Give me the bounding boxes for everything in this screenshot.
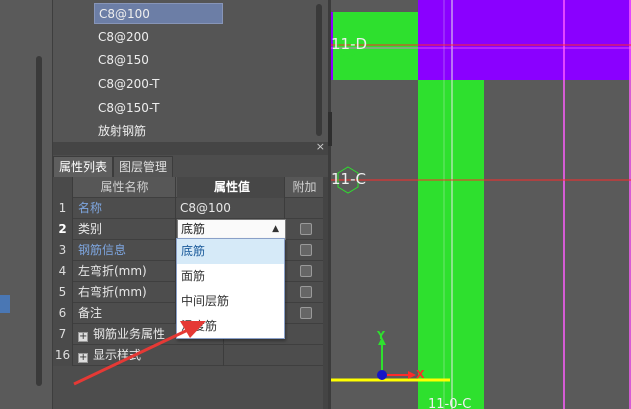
cad-drawing-area[interactable]: 11-D 11-C 11-0-C Y X xyxy=(328,0,631,409)
property-name: 名称 xyxy=(74,198,176,219)
property-grid-header: 属性名称 属性值 附加 xyxy=(53,177,323,198)
extra-checkbox[interactable] xyxy=(300,265,312,277)
row-number: 1 xyxy=(53,198,73,219)
splitter-handle[interactable] xyxy=(328,112,332,146)
category-dropdown-list: 底筋 面筋 中间层筋 温度筋 xyxy=(176,238,285,339)
row-number: 5 xyxy=(53,282,73,303)
extra-checkbox[interactable] xyxy=(300,307,312,319)
combobox-value: 底筋 xyxy=(181,222,206,236)
rebar-list-item[interactable]: C8@150 xyxy=(94,50,153,71)
expand-icon[interactable]: + xyxy=(78,332,88,342)
header-num xyxy=(53,177,73,198)
extra-checkbox[interactable] xyxy=(300,223,312,235)
property-value[interactable]: C8@100 xyxy=(177,198,285,219)
header-value: 属性值 xyxy=(177,177,285,198)
cad-canvas xyxy=(328,0,631,409)
close-icon[interactable]: × xyxy=(316,140,325,153)
axis-label-11-c: 11-C xyxy=(331,170,366,188)
property-name: 钢筋业务属性 xyxy=(93,327,166,341)
slab-region xyxy=(418,0,631,80)
property-row-category[interactable]: 2 类别 底筋 ▲ xyxy=(53,219,323,240)
dropdown-option[interactable]: 面筋 xyxy=(177,264,284,289)
ucs-x-label: X xyxy=(416,368,425,381)
axis-label-11-d: 11-D xyxy=(331,35,368,53)
row-number: 7 xyxy=(53,324,73,345)
rebar-list-panel: C8@100 C8@200 C8@150 C8@200-T C8@150-T 放… xyxy=(52,0,328,142)
property-row-name[interactable]: 1 名称 C8@100 xyxy=(53,198,323,219)
header-name: 属性名称 xyxy=(74,177,176,198)
dropdown-option[interactable]: 中间层筋 xyxy=(177,289,284,314)
category-combobox[interactable]: 底筋 ▲ xyxy=(177,219,286,240)
rebar-list-item[interactable]: C8@200 xyxy=(94,27,153,48)
property-extra xyxy=(286,198,323,219)
row-number: 16 xyxy=(53,345,73,366)
axis-label-bottom: 11-0-C xyxy=(428,397,472,409)
rebar-list-item[interactable]: C8@100 xyxy=(94,3,223,24)
property-name: 钢筋信息 xyxy=(74,240,176,261)
app-window: C8@100 C8@200 C8@150 C8@200-T C8@150-T 放… xyxy=(0,0,631,409)
property-name: 备注 xyxy=(74,303,176,324)
dropdown-option[interactable]: 温度筋 xyxy=(177,314,284,339)
panel-title-bar: × xyxy=(53,140,329,155)
dropdown-arrow-icon[interactable]: ▲ xyxy=(272,220,279,239)
ucs-x-arrow-icon xyxy=(408,371,416,379)
rebar-list-item[interactable]: 放射钢筋 xyxy=(94,121,150,142)
row-number: 2 xyxy=(53,219,73,240)
row-number: 3 xyxy=(53,240,73,261)
left-panel-marker xyxy=(0,295,10,313)
property-name: 类别 xyxy=(74,219,176,240)
rebar-list-item[interactable]: C8@200-T xyxy=(94,74,163,95)
rebar-list-item[interactable]: C8@150-T xyxy=(94,98,163,119)
panel-splitter[interactable] xyxy=(328,0,331,409)
extra-checkbox[interactable] xyxy=(300,244,312,256)
property-name: 右弯折(mm) xyxy=(74,282,176,303)
row-number: 6 xyxy=(53,303,73,324)
left-scrollbar[interactable] xyxy=(36,56,42,386)
rebar-list-scrollbar[interactable] xyxy=(316,4,322,136)
panel-tabs: 属性列表 图层管理 xyxy=(53,156,174,177)
header-extra: 附加 xyxy=(292,180,317,194)
property-name: 显示样式 xyxy=(93,348,142,362)
extra-checkbox[interactable] xyxy=(300,286,312,298)
row-number: 4 xyxy=(53,261,73,282)
property-name: 左弯折(mm) xyxy=(74,261,176,282)
property-row-display-style[interactable]: 16 + 显示样式 xyxy=(53,345,323,366)
property-group-name[interactable]: + 显示样式 xyxy=(74,345,224,366)
expand-icon[interactable]: + xyxy=(78,353,88,363)
tab-layer-management[interactable]: 图层管理 xyxy=(113,156,174,177)
left-panel xyxy=(0,0,52,409)
dropdown-option[interactable]: 底筋 xyxy=(177,239,284,264)
ucs-y-label: Y xyxy=(377,329,385,342)
tab-property-list[interactable]: 属性列表 xyxy=(53,156,114,177)
rebar-region xyxy=(418,80,484,409)
ucs-origin-icon xyxy=(377,370,387,380)
